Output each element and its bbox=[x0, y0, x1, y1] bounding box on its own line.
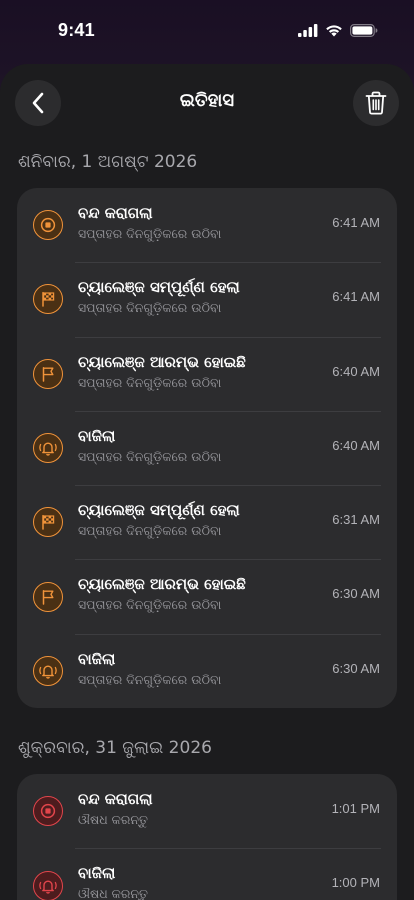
flag-icon bbox=[33, 358, 63, 389]
row-text: ବାଜିଲା ଔଷଧ କରନ୍ତୁ bbox=[78, 863, 148, 900]
row-title: ବନ୍ଦ କରାଗଲା bbox=[78, 204, 153, 222]
history-card: ବନ୍ଦ କରାଗଲା ଔଷଧ କରନ୍ତୁ 1:01 PM ବାଜିଲା ଔଷଧ କର… bbox=[17, 774, 397, 900]
row-time: 1:00 PM bbox=[331, 875, 380, 891]
row-title: ବାଜିଲା bbox=[78, 649, 116, 668]
row-subtitle: ସପ୍ତାହର ଦିନଗୁଡ଼ିକରେ ଉଠିବା bbox=[78, 448, 222, 464]
row-time: 6:30 AM bbox=[332, 660, 380, 676]
row-text: ବାଜିଲା ସପ୍ତାହର ଦିନଗୁଡ଼ିକରେ ଉଠିବା bbox=[78, 426, 221, 465]
row-subtitle: ଔଷଧ କରନ୍ତୁ bbox=[78, 886, 148, 900]
ringing-bell-icon bbox=[33, 655, 63, 686]
history-row[interactable]: ବାଜିଲା ଔଷଧ କରନ୍ତୁ 1:00 PM bbox=[17, 848, 397, 900]
ringing-bell-icon bbox=[33, 870, 63, 900]
row-text: ଚ୍ୟାଲେଞ୍ଜ ସମ୍ପୂର୍ଣ୍ଣ ହେଲା ସପ୍ତାହର ଦିନଗୁଡ଼… bbox=[78, 500, 240, 539]
row-time: 6:41 AM bbox=[332, 215, 380, 230]
row-text: ଚ୍ୟାଲେଞ୍ଜ ସମ୍ପୂର୍ଣ୍ଣ ହେଲା ସପ୍ତାହର ଦିନଗୁଡ଼… bbox=[78, 277, 240, 316]
row-title: ବାଜିଲା bbox=[78, 864, 116, 883]
history-card: ବନ୍ଦ କରାଗଲା ସପ୍ତାହର ଦିନଗୁଡ଼ିକରେ ଉଠିବା 6:41… bbox=[17, 188, 397, 709]
row-subtitle: ସପ୍ତାହର ଦିନଗୁଡ଼ିକରେ ଉଠିବା bbox=[78, 523, 222, 539]
row-title: ଚ୍ୟାଲେଞ୍ଜ ସମ୍ପୂର୍ଣ୍ଣ ହେଲା bbox=[78, 278, 240, 297]
section-date-header: ଶୁକ୍ରବାର, 31 ଜୁଲାଇ 2026 bbox=[18, 738, 212, 759]
nav-bar: ଇତିହାସ bbox=[0, 64, 414, 142]
history-list: ଶନିବାର, 1 ଅଗଷ୍ଟ 2026 ବନ୍ଦ କରାଗଲା ସପ୍ତାହର ଦ… bbox=[0, 144, 414, 900]
row-subtitle: ସପ୍ତାହର ଦିନଗୁଡ଼ିକରେ ଉଠିବା bbox=[78, 226, 222, 241]
row-time: 6:40 AM bbox=[332, 437, 380, 453]
status-bar: 9:41 bbox=[0, 0, 414, 60]
row-title: ଚ୍ୟାଲେଞ୍ଜ ଆରମ୍ଭ ହୋଇଛି bbox=[78, 352, 246, 371]
history-row[interactable]: ଚ୍ୟାଲେଞ୍ଜ ସମ୍ପୂର୍ଣ୍ଣ ହେଲା ସପ୍ତାହର ଦିନଗୁଡ଼… bbox=[17, 485, 397, 559]
row-text: ବନ୍ଦ କରାଗଲା ଔଷଧ କରନ୍ତୁ bbox=[78, 789, 153, 828]
stop-icon bbox=[33, 210, 63, 241]
history-row[interactable]: ବନ୍ଦ କରାଗଲା ଔଷଧ କରନ୍ତୁ 1:01 PM bbox=[17, 774, 397, 848]
row-text: ବନ୍ଦ କରାଗଲା ସପ୍ତାହର ଦିନଗୁଡ଼ିକରେ ଉଠିବା bbox=[78, 203, 221, 242]
row-text: ଚ୍ୟାଲେଞ୍ଜ ଆରମ୍ଭ ହୋଇଛି ସପ୍ତାହର ଦିନଗୁଡ଼ିକରେ… bbox=[78, 574, 246, 613]
status-time: 9:41 bbox=[58, 19, 95, 40]
section-date-header: ଶନିବାର, 1 ଅଗଷ୍ଟ 2026 bbox=[18, 152, 198, 172]
row-subtitle: ଔଷଧ କରନ୍ତୁ bbox=[78, 812, 148, 828]
row-text: ଚ୍ୟାଲେଞ୍ଜ ଆରମ୍ଭ ହୋଇଛି ସପ୍ତାହର ଦିନଗୁଡ଼ିକରେ… bbox=[78, 352, 246, 391]
battery-icon bbox=[350, 23, 378, 37]
row-time: 6:30 AM bbox=[332, 586, 380, 602]
history-row[interactable]: ଚ୍ୟାଲେଞ୍ଜ ଆରମ୍ଭ ହୋଇଛି ସପ୍ତାହର ଦିନଗୁଡ଼ିକରେ… bbox=[17, 336, 397, 411]
history-row[interactable]: ବନ୍ଦ କରାଗଲା ସପ୍ତାହର ଦିନଗୁଡ଼ିକରେ ଉଠିବା 6:41… bbox=[17, 188, 397, 262]
row-subtitle: ସପ୍ତାହର ଦିନଗୁଡ଼ିକରେ ଉଠିବା bbox=[78, 671, 222, 687]
row-time: 6:40 AM bbox=[332, 363, 380, 379]
row-subtitle: ସପ୍ତାହର ଦିନଗୁଡ଼ିକରେ ଉଠିବା bbox=[78, 300, 222, 316]
ringing-bell-icon bbox=[33, 433, 63, 464]
row-title: ବନ୍ଦ କରାଗଲା bbox=[78, 790, 153, 809]
row-title: ଚ୍ୟାଲେଞ୍ଜ ସମ୍ପୂର୍ଣ୍ଣ ହେଲା bbox=[78, 501, 240, 520]
history-row[interactable]: ବାଜିଲା ସପ୍ତାହର ଦିନଗୁଡ଼ିକରେ ଉଠିବା 6:30 AM bbox=[17, 633, 397, 708]
history-row[interactable]: ଚ୍ୟାଲେଞ୍ଜ ଆରମ୍ଭ ହୋଇଛି ସପ୍ତାହର ଦିନଗୁଡ଼ିକରେ… bbox=[17, 559, 397, 633]
row-time: 6:31 AM bbox=[332, 512, 380, 528]
checkered-flag-icon bbox=[33, 284, 63, 315]
row-time: 1:01 PM bbox=[331, 801, 380, 817]
trash-icon bbox=[365, 91, 387, 115]
status-icons bbox=[298, 23, 378, 37]
history-sheet: ଇତିହାସ ଶନିବାର, 1 ଅଗଷ୍ଟ 2026 ବନ୍ଦ କରାଗଲା ସପ… bbox=[0, 64, 414, 900]
row-text: ବାଜିଲା ସପ୍ତାହର ଦିନଗୁଡ଼ିକରେ ଉଠିବା bbox=[78, 649, 221, 688]
delete-button[interactable] bbox=[353, 80, 399, 126]
row-subtitle: ସପ୍ତାହର ଦିନଗୁଡ଼ିକରେ ଉଠିବା bbox=[78, 597, 222, 613]
flag-icon bbox=[33, 581, 63, 612]
row-time: 6:41 AM bbox=[332, 289, 380, 305]
row-subtitle: ସପ୍ତାହର ଦିନଗୁଡ଼ିକରେ ଉଠିବା bbox=[78, 374, 222, 390]
history-row[interactable]: ବାଜିଲା ସପ୍ତାହର ଦିନଗୁଡ଼ିକରେ ଉଠିବା 6:40 AM bbox=[17, 410, 397, 485]
history-row[interactable]: ଚ୍ୟାଲେଞ୍ଜ ସମ୍ପୂର୍ଣ୍ଣ ହେଲା ସପ୍ତାହର ଦିନଗୁଡ଼… bbox=[17, 262, 397, 336]
row-title: ବାଜିଲା bbox=[78, 426, 116, 445]
cellular-signal-icon bbox=[298, 23, 318, 37]
wifi-icon bbox=[326, 24, 342, 36]
page-title: ଇତିହାସ bbox=[179, 90, 235, 111]
row-title: ଚ୍ୟାଲେଞ୍ଜ ଆରମ୍ଭ ହୋଇଛି bbox=[78, 575, 246, 594]
stop-icon bbox=[33, 796, 63, 827]
checkered-flag-icon bbox=[33, 507, 63, 538]
